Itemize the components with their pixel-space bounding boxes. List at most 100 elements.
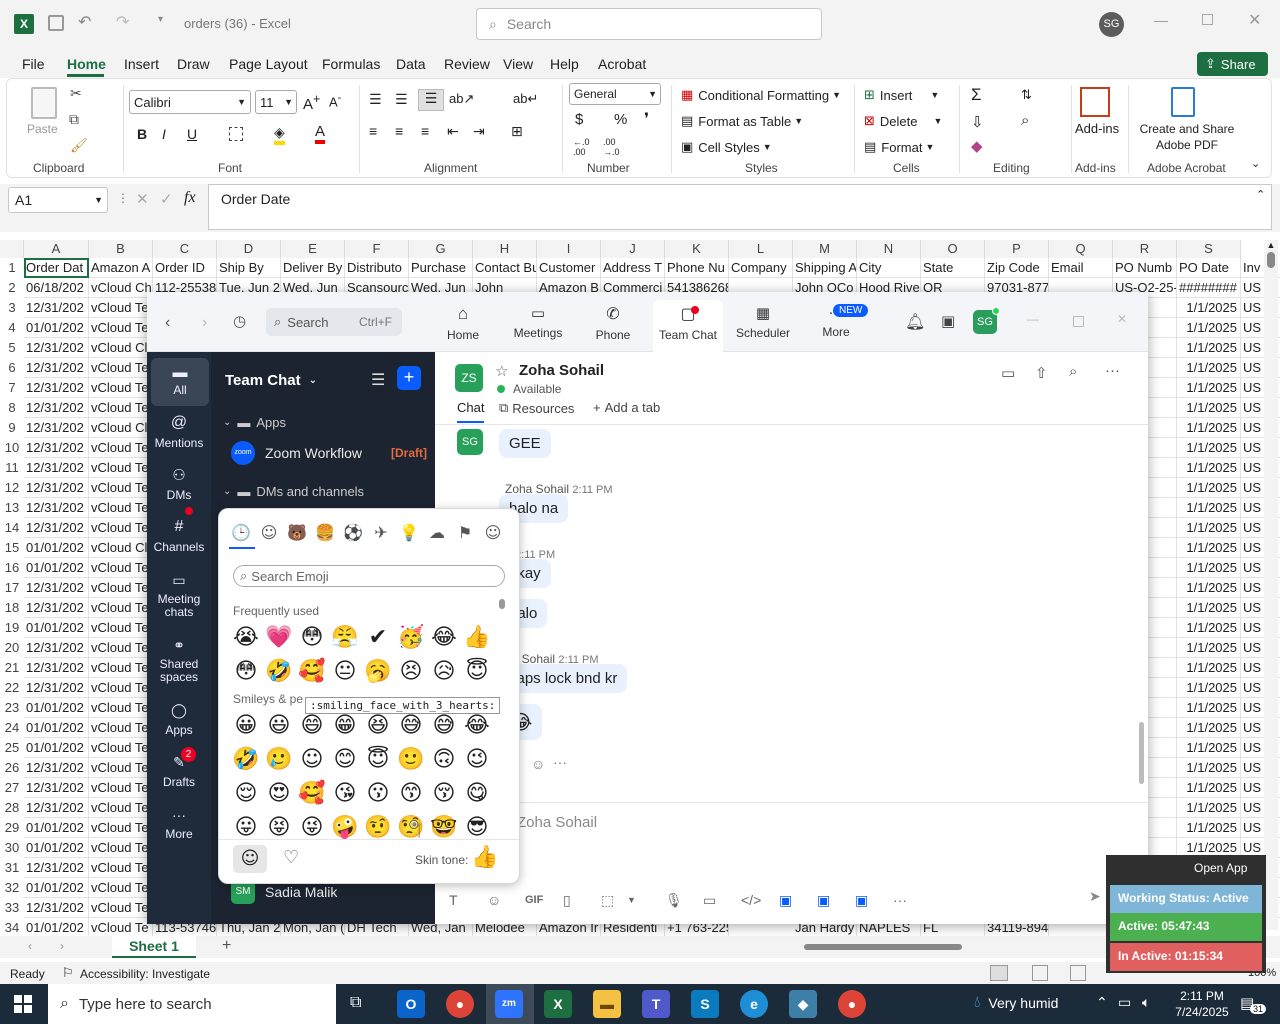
table-cell[interactable]: Email — [1049, 258, 1113, 278]
table-cell[interactable]: vCloud Te — [89, 718, 153, 738]
table-cell[interactable]: vCloud Te — [89, 618, 153, 638]
number-format-select[interactable]: General ▼ — [569, 83, 661, 105]
borders-icon[interactable] — [229, 127, 243, 141]
table-cell[interactable]: vCloud Te — [89, 298, 153, 318]
audio-message-icon[interactable]: 🎙︎ — [665, 892, 703, 909]
row-header[interactable]: 12 — [0, 478, 24, 498]
table-cell[interactable]: 01/01/202 — [24, 838, 89, 858]
zoom-search-box[interactable]: ⌕ Search Ctrl+F — [266, 308, 402, 336]
app-blue-icon-3[interactable]: ▣ — [855, 892, 893, 909]
table-cell[interactable]: 12/31/202 — [24, 798, 89, 818]
filter-icon[interactable]: ☰ — [371, 370, 385, 390]
table-cell[interactable]: 1/1/2025 — [1177, 458, 1241, 478]
insert-cells-button[interactable]: ⊞ Insert ▼ — [864, 87, 939, 103]
table-cell[interactable]: 1/1/2025 — [1177, 758, 1241, 778]
table-cell[interactable]: vCloud Te — [89, 778, 153, 798]
bold-icon[interactable]: B — [137, 126, 147, 142]
table-cell[interactable]: 1/1/2025 — [1177, 398, 1241, 418]
table-cell[interactable]: vCloud Te — [89, 498, 153, 518]
column-header[interactable]: D — [217, 240, 281, 258]
dms-section-header[interactable]: ⌄ ▬ DMs and channels — [223, 484, 364, 499]
share-screen-icon[interactable]: ⇧ — [1035, 364, 1048, 382]
emoji-item[interactable]: 🥰 — [297, 779, 327, 809]
table-cell[interactable]: 12/31/202 — [24, 438, 89, 458]
format-text-icon[interactable]: T — [449, 892, 487, 908]
emoji-item[interactable]: 🥰 — [297, 657, 327, 687]
rail-apps[interactable]: ◯ Apps — [147, 702, 211, 737]
paste-icon[interactable] — [31, 87, 57, 119]
back-icon[interactable]: ‹ — [165, 314, 170, 332]
table-cell[interactable]: 01/01/202 — [24, 718, 89, 738]
align-left-icon[interactable]: ≡ — [369, 123, 377, 139]
compose-plus-button[interactable]: + — [397, 366, 421, 390]
undo-icon[interactable]: ↶ — [78, 12, 91, 32]
table-cell[interactable]: 01/01/202 — [24, 878, 89, 898]
emoji-category-icon[interactable]: 🐻 — [285, 521, 309, 545]
nav-home[interactable]: ⌂ Home — [428, 304, 498, 342]
add-ins-button-label[interactable]: Add-ins — [1075, 121, 1119, 136]
row-header[interactable]: 29 — [0, 818, 24, 838]
expand-formula-icon[interactable]: ⌃ — [1256, 188, 1265, 201]
nav-scheduler[interactable]: ▦ Scheduler — [728, 304, 798, 340]
history-icon[interactable]: ◷ — [233, 312, 246, 330]
table-cell[interactable]: vCloud Te — [89, 858, 153, 878]
tab-resources[interactable]: ⧉ Resources — [499, 400, 574, 416]
table-cell[interactable]: vCloud Te — [89, 518, 153, 538]
emoji-category-icon[interactable]: 🍔 — [313, 521, 337, 545]
table-cell[interactable]: Order ID — [153, 258, 217, 278]
add-sheet-icon[interactable]: + — [222, 937, 231, 955]
column-header[interactable]: L — [729, 240, 793, 258]
table-cell[interactable]: 12/31/202 — [24, 758, 89, 778]
collapse-ribbon-icon[interactable]: ⌄ — [1251, 157, 1260, 170]
emoji-item[interactable]: 👍 — [462, 623, 492, 653]
create-share-pdf-label[interactable]: Create and Share Adobe PDF — [1135, 121, 1239, 153]
table-cell[interactable]: 12/31/202 — [24, 638, 89, 658]
tray-chevron-icon[interactable]: ⌃ — [1096, 994, 1108, 1011]
emoji-item[interactable]: 😳 — [297, 623, 327, 653]
table-cell[interactable]: vCloud Te — [89, 358, 153, 378]
table-cell[interactable]: 12/31/202 — [24, 358, 89, 378]
team-chat-title[interactable]: Team Chat ⌄ — [225, 372, 317, 389]
quick-access-customize-icon[interactable]: ▾ — [158, 14, 163, 25]
emoji-item[interactable]: 🥲 — [264, 745, 294, 775]
row-header[interactable]: 24 — [0, 718, 24, 738]
table-cell[interactable]: 1/1/2025 — [1177, 618, 1241, 638]
emoji-item[interactable]: 🥳 — [396, 623, 426, 653]
apps-section-header[interactable]: ⌄ ▬ Apps — [223, 415, 286, 430]
more-tools-icon[interactable]: ··· — [893, 892, 931, 908]
emoji-item[interactable]: 😄 — [297, 711, 327, 741]
table-cell[interactable]: 1/1/2025 — [1177, 818, 1241, 838]
emoji-item[interactable]: 🤣 — [264, 657, 294, 687]
increase-font-icon[interactable]: A+ — [303, 92, 320, 113]
format-as-table-button[interactable]: ▤ Format as Table ▼ — [681, 113, 803, 129]
contact-avatar[interactable]: ZS — [455, 364, 483, 392]
paste-label[interactable]: Paste — [27, 122, 58, 136]
row-header[interactable]: 20 — [0, 638, 24, 658]
currency-icon[interactable]: $ — [575, 111, 583, 128]
column-header[interactable]: J — [601, 240, 665, 258]
table-cell[interactable]: 1/1/2025 — [1177, 578, 1241, 598]
emoji-scrollbar[interactable] — [499, 599, 505, 609]
table-cell[interactable]: 1/1/2025 — [1177, 798, 1241, 818]
table-cell[interactable]: Amazon A — [89, 258, 153, 278]
row-header[interactable]: 34 — [0, 918, 24, 936]
chrome-icon[interactable]: ● — [446, 990, 474, 1018]
clear-icon[interactable]: ◆ — [971, 137, 983, 155]
column-header[interactable]: Q — [1049, 240, 1113, 258]
weather-widget[interactable]: 💧︎ Very humid — [974, 994, 1058, 1012]
column-header[interactable]: N — [857, 240, 921, 258]
table-cell[interactable]: 01/01/202 — [24, 698, 89, 718]
table-cell[interactable]: 1/1/2025 — [1177, 498, 1241, 518]
screenshot-icon[interactable]: ⬚ — [601, 892, 627, 909]
tab-review[interactable]: Review — [444, 56, 490, 72]
table-cell[interactable]: 01/01/202 — [24, 618, 89, 638]
column-header[interactable]: H — [473, 240, 537, 258]
table-cell[interactable]: 1/1/2025 — [1177, 638, 1241, 658]
underline-icon[interactable]: U — [187, 126, 197, 142]
emoji-item[interactable]: 😌 — [231, 779, 261, 809]
row-header[interactable]: 14 — [0, 518, 24, 538]
emoji-item[interactable]: 😤 — [330, 623, 360, 653]
table-cell[interactable]: 12/31/202 — [24, 598, 89, 618]
row-header[interactable]: 22 — [0, 678, 24, 698]
table-cell[interactable]: vCloud Te — [89, 378, 153, 398]
